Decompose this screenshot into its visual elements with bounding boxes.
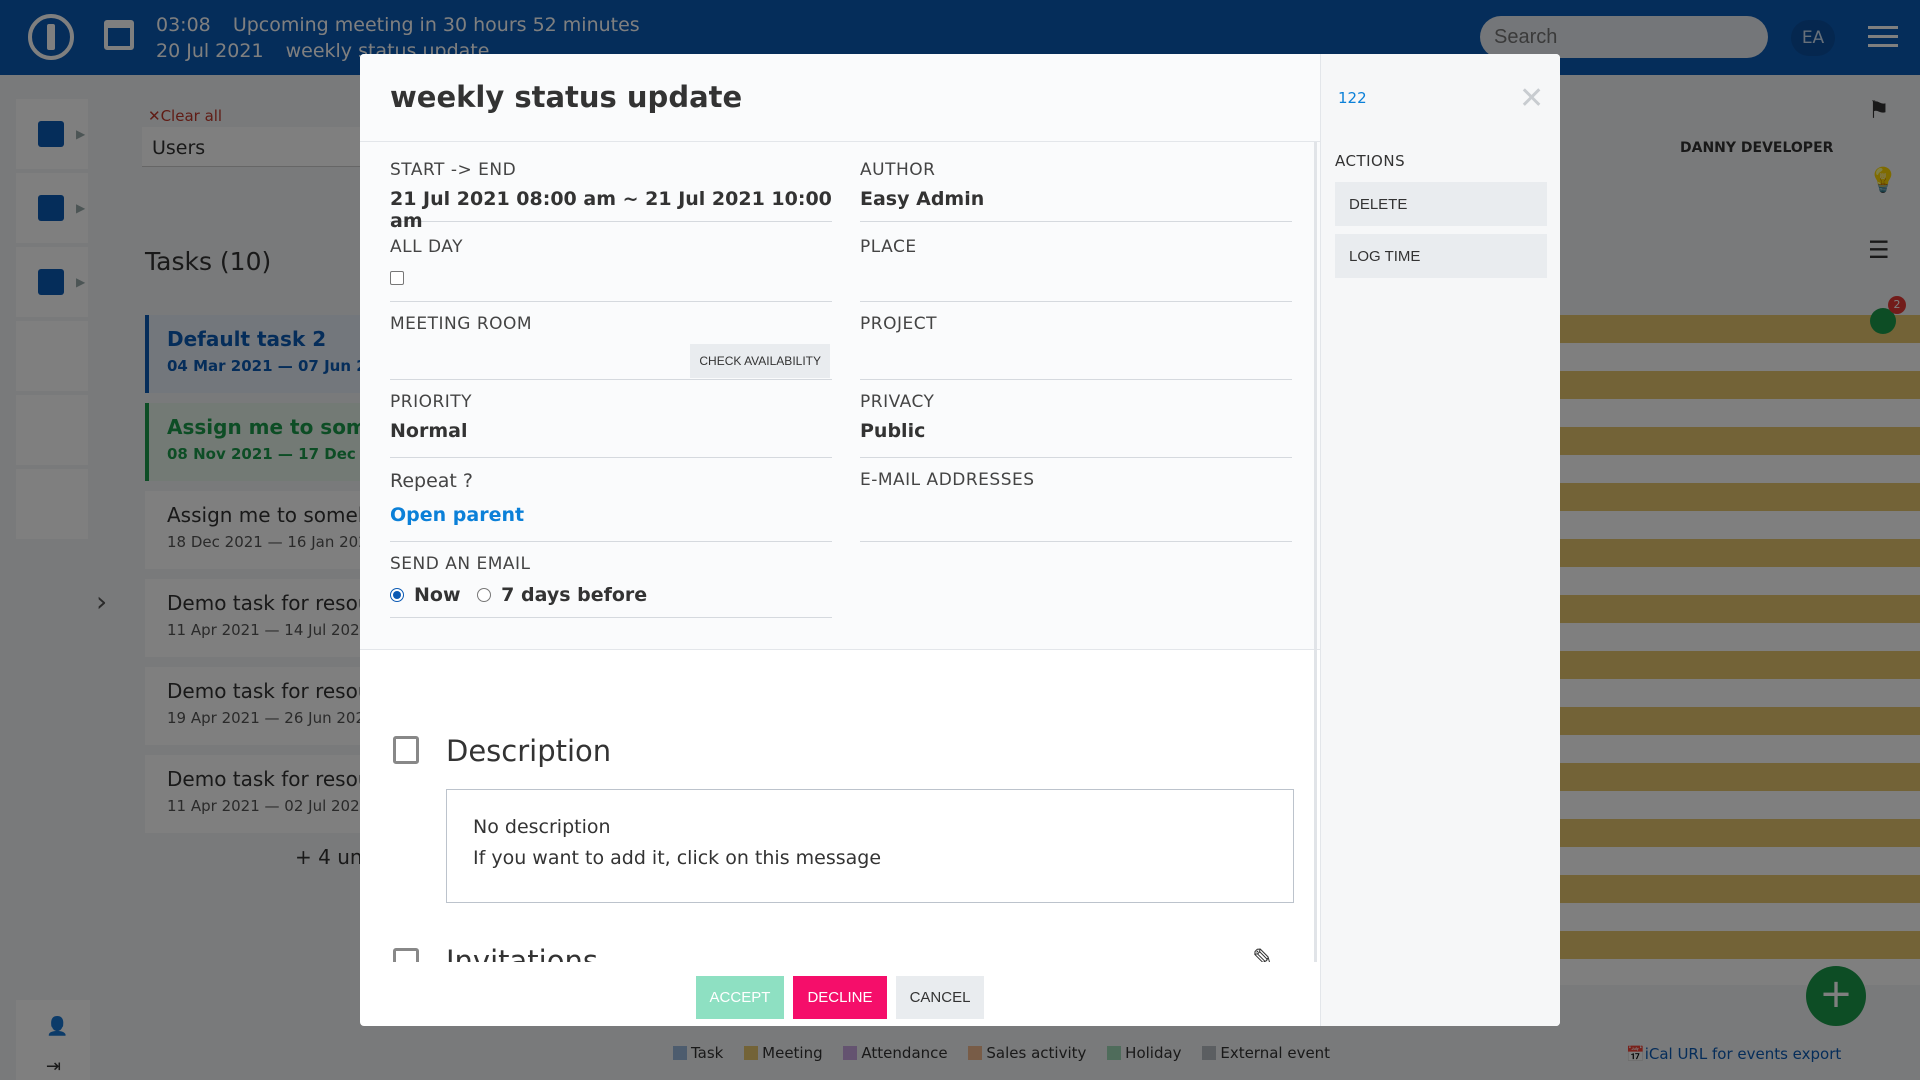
check-availability-button[interactable]: CHECK AVAILABILITY bbox=[690, 344, 830, 378]
all-day-checkbox[interactable] bbox=[390, 271, 404, 285]
send-now-label: Now bbox=[414, 584, 461, 606]
email-addresses-label: E-MAIL ADDRESSES bbox=[860, 470, 1035, 490]
privacy-value: Public bbox=[860, 420, 926, 442]
meeting-form: START -> END 21 Jul 2021 08:00 am ~ 21 J… bbox=[360, 142, 1320, 650]
log-time-button[interactable]: LOG TIME bbox=[1335, 234, 1547, 278]
email-addresses-field[interactable]: E-MAIL ADDRESSES bbox=[860, 470, 1292, 542]
modal-sidebar: 122 ✕ ACTIONS DELETE LOG TIME bbox=[1320, 54, 1560, 1026]
start-end-field[interactable]: START -> END 21 Jul 2021 08:00 am ~ 21 J… bbox=[390, 160, 832, 232]
priority-value: Normal bbox=[390, 420, 468, 442]
actions-label: ACTIONS bbox=[1335, 152, 1406, 170]
open-parent-link[interactable]: Open parent bbox=[390, 504, 832, 526]
close-icon[interactable]: ✕ bbox=[1519, 84, 1544, 114]
modal-title: weekly status update bbox=[390, 80, 743, 114]
meeting-room-field[interactable]: MEETING ROOM CHECK AVAILABILITY bbox=[390, 314, 832, 380]
modal-header: weekly status update bbox=[360, 54, 1320, 142]
repeat-label: Repeat ? bbox=[390, 470, 474, 492]
description-hint-text: If you want to add it, click on this mes… bbox=[473, 847, 882, 869]
start-end-value: 21 Jul 2021 08:00 am ~ 21 Jul 2021 10:00… bbox=[390, 188, 832, 232]
meeting-room-label: MEETING ROOM bbox=[390, 314, 533, 334]
accept-button[interactable]: ACCEPT bbox=[695, 976, 785, 1019]
all-day-field: ALL DAY bbox=[390, 237, 832, 302]
meeting-id-link[interactable]: 122 bbox=[1338, 89, 1367, 107]
delete-button[interactable]: DELETE bbox=[1335, 182, 1547, 226]
project-field[interactable]: PROJECT bbox=[860, 314, 1292, 380]
project-label: PROJECT bbox=[860, 314, 937, 334]
send-email-options: Now 7 days before bbox=[390, 584, 832, 606]
modal-scrollbar[interactable] bbox=[1314, 142, 1317, 962]
meeting-modal: weekly status update START -> END 21 Jul… bbox=[360, 54, 1560, 1026]
clipboard-icon bbox=[393, 736, 419, 764]
start-end-label: START -> END bbox=[390, 160, 517, 180]
priority-label: PRIORITY bbox=[390, 392, 473, 412]
send-before-radio[interactable] bbox=[477, 588, 492, 602]
description-empty-text: No description bbox=[473, 816, 611, 838]
send-email-label: SEND AN EMAIL bbox=[390, 554, 531, 574]
all-day-label: ALL DAY bbox=[390, 237, 463, 257]
modal-footer: ACCEPT DECLINE CANCEL bbox=[360, 962, 1320, 1026]
place-label: PLACE bbox=[860, 237, 917, 257]
send-email-field: SEND AN EMAIL Now 7 days before bbox=[390, 554, 832, 618]
author-value: Easy Admin bbox=[860, 188, 985, 210]
send-before-label: 7 days before bbox=[501, 584, 648, 606]
author-label: AUTHOR bbox=[860, 160, 936, 180]
edit-pencil-icon[interactable]: ✎ bbox=[1252, 946, 1278, 962]
priority-field[interactable]: PRIORITY Normal bbox=[390, 392, 832, 458]
privacy-label: PRIVACY bbox=[860, 392, 935, 412]
author-field[interactable]: AUTHOR Easy Admin bbox=[860, 160, 1292, 222]
description-placeholder[interactable]: No description If you want to add it, cl… bbox=[446, 789, 1294, 903]
description-title: Description bbox=[446, 734, 612, 768]
cancel-button[interactable]: CANCEL bbox=[895, 976, 985, 1019]
place-field[interactable]: PLACE bbox=[860, 237, 1292, 302]
modal-body: START -> END 21 Jul 2021 08:00 am ~ 21 J… bbox=[360, 142, 1320, 962]
repeat-field: Repeat ? Open parent bbox=[390, 470, 832, 542]
privacy-field[interactable]: PRIVACY Public bbox=[860, 392, 1292, 458]
invitations-title: Invitations bbox=[446, 944, 598, 962]
decline-button[interactable]: DECLINE bbox=[793, 976, 887, 1019]
send-now-radio[interactable] bbox=[390, 588, 404, 602]
invitation-icon bbox=[393, 948, 419, 962]
